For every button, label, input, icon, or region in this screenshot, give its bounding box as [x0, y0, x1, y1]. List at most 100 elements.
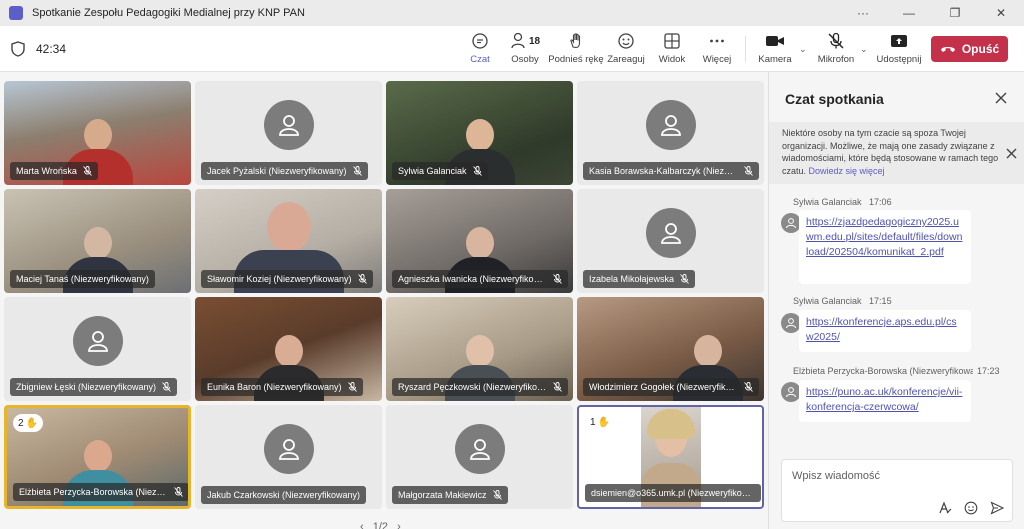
participant-name: Maciej Tanaś (Niezweryfikowany) — [16, 274, 149, 284]
participant-name: Sławomir Koziej (Niezweryfikowany) — [207, 274, 352, 284]
participant-tile[interactable]: 2✋ Elżbieta Perzycka-Borowska (Niezweryf… — [4, 405, 191, 509]
restore-button[interactable]: ❐ — [932, 0, 978, 26]
mic-off-icon — [352, 166, 362, 176]
more-label: Więcej — [702, 54, 732, 65]
more-button[interactable]: Więcej — [689, 30, 745, 70]
mic-off-icon — [553, 382, 562, 392]
mic-off-icon — [83, 166, 92, 176]
mic-options-chevron-icon[interactable]: ⌄ — [860, 44, 868, 55]
mic-label: Mikrofon — [817, 54, 855, 65]
send-icon[interactable] — [990, 501, 1004, 515]
raise-hand-button[interactable]: Podnieś rękę — [548, 30, 604, 70]
camera-options-chevron-icon[interactable]: ⌄ — [799, 44, 807, 55]
prev-page-icon[interactable]: ‹ — [360, 521, 364, 529]
camera-icon — [766, 36, 784, 46]
participant-tile[interactable]: Kasia Borawska-Kalbarczyk (Niezweryfikow… — [577, 81, 764, 185]
message-time: 17:15 — [869, 296, 892, 306]
message-link[interactable]: https://konferencje.aps.edu.pl/csw2025/ — [806, 316, 957, 343]
participant-tile[interactable]: Sławomir Koziej (Niezweryfikowany) — [195, 189, 382, 293]
message-compose-box[interactable]: Wpisz wiadomość — [781, 459, 1013, 522]
participant-name: Marta Wrońska — [16, 166, 77, 176]
participant-name: Sylwia Galanciak — [398, 166, 467, 176]
mic-off-icon — [472, 166, 482, 176]
participant-name: Kasia Borawska-Kalbarczyk (Niezweryfikow… — [589, 166, 738, 176]
close-icon[interactable] — [995, 92, 1007, 104]
participant-name: Elżbieta Perzycka-Borowska (Niezweryfiko… — [19, 487, 168, 497]
camera-button[interactable]: Kamera — [747, 30, 803, 70]
avatar-placeholder-icon — [263, 99, 314, 150]
participant-tile[interactable]: Małgorzata Makiewicz — [386, 405, 573, 509]
people-icon — [511, 32, 525, 49]
mic-off-icon — [357, 274, 367, 284]
more-options-icon[interactable]: ··· — [840, 0, 886, 26]
participant-name: Izabela Mikołajewska — [589, 274, 675, 284]
participant-name: Zbigniew Łęski (Niezweryfikowany) — [16, 382, 157, 392]
people-button-label: Osoby — [511, 54, 539, 65]
participant-tile[interactable]: Maciej Tanaś (Niezweryfikowany) — [4, 189, 191, 293]
avatar-placeholder-icon — [645, 99, 696, 150]
raise-hand-label: Podnieś rękę — [548, 54, 604, 65]
participant-tile[interactable]: Jacek Pyżalski (Niezweryfikowany) — [195, 81, 382, 185]
hand-icon — [570, 33, 581, 49]
mic-button[interactable]: Mikrofon — [808, 30, 864, 70]
meeting-toolbar: 42:34 Czat 18 Osoby Podnieś rękę Zareagu… — [0, 26, 1024, 74]
mic-off-icon — [744, 166, 753, 176]
participant-tile[interactable]: 1 ✋ dsiemien@o365.umk.pl (Niezweryfikowan… — [577, 405, 764, 509]
participant-tile[interactable]: Agnieszka Iwanicka (Niezweryfikowany) — [386, 189, 573, 293]
close-window-button[interactable]: ✕ — [978, 0, 1024, 26]
format-text-icon[interactable] — [938, 501, 952, 515]
participant-tile[interactable]: Jakub Czarkowski (Niezweryfikowany) — [195, 405, 382, 509]
next-page-icon[interactable]: › — [397, 521, 401, 529]
participant-tile[interactable]: Marta Wrońska — [4, 81, 191, 185]
participant-name: Ryszard Pęczkowski (Niezweryfikowany) — [398, 382, 547, 392]
share-icon — [891, 35, 907, 47]
chat-message: https://zjazdpedagogiczny2025.uwm.edu.pl… — [799, 210, 971, 284]
more-icon — [710, 39, 724, 43]
participant-name: Jacek Pyżalski (Niezweryfikowany) — [207, 166, 347, 176]
participant-tile[interactable]: Włodzimierz Gogołek (Niezweryfikowany) — [577, 297, 764, 401]
leave-button[interactable]: Opuść — [931, 36, 1008, 62]
raised-hand-icon: ✋ — [25, 417, 39, 429]
message-link[interactable]: https://zjazdpedagogiczny2025.uwm.edu.pl… — [806, 216, 962, 258]
chat-title: Czat spotkania — [785, 91, 884, 107]
participant-name: Agnieszka Iwanicka (Niezweryfikowany) — [398, 274, 547, 284]
participant-name: Małgorzata Makiewicz — [398, 490, 487, 500]
hang-up-icon — [940, 47, 955, 52]
mic-off-icon — [744, 382, 753, 392]
avatar-placeholder-icon — [454, 423, 505, 474]
chat-button-label: Czat — [470, 54, 490, 65]
mic-off-icon — [162, 382, 171, 392]
people-button[interactable]: 18 Osoby — [497, 30, 553, 70]
participant-tile[interactable]: Sylwia Galanciak — [386, 81, 573, 185]
participant-tile[interactable]: Ryszard Pęczkowski (Niezweryfikowany) — [386, 297, 573, 401]
message-time: 17:06 — [869, 197, 892, 207]
avatar-placeholder-icon — [263, 423, 314, 474]
external-users-notice: Niektóre osoby na tym czacie są spoza Tw… — [769, 122, 1024, 184]
leave-label: Opuść — [961, 42, 1000, 56]
view-label: Widok — [658, 54, 686, 65]
avatar-placeholder-icon — [72, 315, 123, 366]
chat-message: https://puno.ac.uk/konferencje/vii-konfe… — [799, 380, 971, 422]
participant-tile[interactable]: Eunika Baron (Niezweryfikowany) — [195, 297, 382, 401]
camera-label: Kamera — [758, 54, 792, 65]
toolbar-divider — [745, 36, 746, 62]
user-avatar-icon — [781, 382, 801, 402]
mic-off-icon — [492, 490, 502, 500]
raised-hand-icon: ✋ — [597, 416, 611, 428]
mic-off-icon — [680, 274, 689, 284]
dismiss-notice-icon[interactable] — [1006, 148, 1017, 159]
participant-tile[interactable]: Zbigniew Łęski (Niezweryfikowany) — [4, 297, 191, 401]
message-link[interactable]: https://puno.ac.uk/konferencje/vii-konfe… — [806, 386, 962, 413]
emoji-icon[interactable] — [964, 501, 978, 515]
participant-name: Eunika Baron (Niezweryfikowany) — [207, 382, 342, 392]
learn-more-link[interactable]: Dowiedz się więcej — [809, 166, 885, 176]
user-avatar-icon — [781, 213, 801, 233]
hand-order: 2 — [18, 417, 24, 429]
participant-tile[interactable]: Izabela Mikołajewska — [577, 189, 764, 293]
mic-off-icon — [174, 487, 183, 497]
mic-off-icon — [828, 32, 844, 49]
minimize-button[interactable]: — — [886, 0, 932, 26]
share-button[interactable]: Udostępnij — [871, 30, 927, 70]
teams-logo-icon — [9, 6, 23, 20]
window-title: Spotkanie Zespołu Pedagogiki Medialnej p… — [32, 7, 305, 19]
